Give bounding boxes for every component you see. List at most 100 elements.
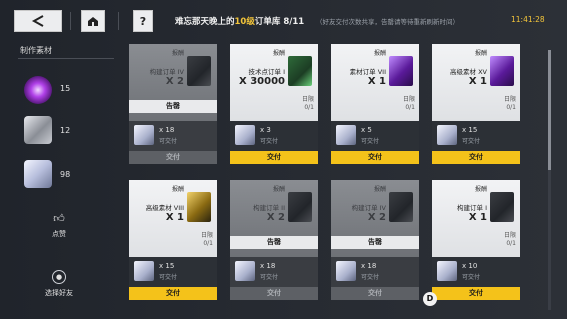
required-qty: x 15 (159, 262, 175, 270)
order-card[interactable]: 报酬 构建订单 IV X 2 告罄 x 18 可交付 交付 (129, 44, 217, 164)
title-suffix: 订单库 (254, 17, 281, 27)
deliver-button[interactable]: 交付 (230, 287, 318, 300)
daily-limit: 日限 0/1 (402, 96, 415, 111)
deliver-button[interactable]: 交付 (432, 287, 520, 300)
crystal-cube-icon (134, 125, 154, 145)
deliverable-status: 可交付 (159, 274, 178, 281)
reward-label: 报酬 (474, 186, 487, 193)
card-requirement-area: x 5 可交付 (331, 121, 419, 151)
help-button[interactable]: ? (133, 10, 153, 32)
crystal-cube-icon (336, 261, 356, 281)
order-card[interactable]: 报酬 高级素材 VIII X 1 日限 0/1 x 15 可交付 交付 (129, 180, 217, 300)
home-icon (88, 16, 98, 26)
select-friend-button[interactable]: ● 选择好友 (36, 270, 82, 298)
reward-qty: X 1 (468, 76, 487, 87)
reward-name: 高级素材 VIII (145, 204, 184, 212)
reward-label: 报酬 (171, 186, 184, 193)
card-requirement-area: x 10 可交付 (432, 257, 520, 287)
reward-item-icon (288, 56, 312, 86)
reward-name: 构建订单 IV (351, 204, 386, 212)
reward-name: 构建订单 II (253, 204, 285, 212)
reward-label: 报酬 (171, 50, 184, 57)
required-qty: x 5 (361, 126, 372, 134)
crystal-cube-icon (134, 261, 154, 281)
deliver-button[interactable]: 交付 (129, 151, 217, 164)
reward-item-icon (187, 56, 211, 86)
reward-name: 技术点订单 I (248, 68, 285, 76)
sold-out-badge: 告罄 (230, 236, 318, 249)
material-count: 98 (60, 170, 71, 179)
crystal-cube-icon[interactable] (24, 160, 52, 188)
required-qty: x 18 (159, 126, 175, 134)
deliverable-status: 可交付 (361, 274, 380, 281)
crystal-cube-icon (437, 261, 457, 281)
crystal-cube-icon (437, 125, 457, 145)
reward-label: 报酬 (272, 186, 285, 193)
card-requirement-area: x 3 可交付 (230, 121, 318, 151)
reward-qty: X 2 (266, 212, 285, 223)
thumbs-up-icon: 👍︎ (53, 212, 65, 225)
order-card[interactable]: 报酬 素材订单 VII X 1 日限 0/1 x 5 可交付 交付 (331, 44, 419, 164)
card-requirement-area: x 15 可交付 (432, 121, 520, 151)
order-card[interactable]: 报酬 技术点订单 I X 30000 日限 0/1 x 3 可交付 交付 (230, 44, 318, 164)
deliver-button[interactable]: 交付 (331, 287, 419, 300)
page-title: 难忘那天晚上的10级订单库 8/11 (175, 15, 304, 27)
deliver-button[interactable]: 交付 (331, 151, 419, 164)
card-requirement-area: x 15 可交付 (129, 257, 217, 287)
scroll-thumb[interactable] (548, 50, 551, 170)
reward-name: 构建订单 IV (149, 68, 184, 76)
purple-orb-icon[interactable] (24, 76, 52, 104)
reward-item-icon (389, 192, 413, 222)
reward-item-icon (389, 56, 413, 86)
back-button[interactable] (14, 10, 62, 32)
like-button[interactable]: 👍︎ 点赞 (44, 212, 74, 239)
order-card[interactable]: 报酬 构建订单 IV X 2 告罄 x 18 可交付 交付 (331, 180, 419, 300)
deliver-button[interactable]: 交付 (129, 287, 217, 300)
sold-out-badge: 告罄 (331, 236, 419, 249)
card-requirement-area: x 18 可交付 (331, 257, 419, 287)
gray-module-icon[interactable] (24, 116, 52, 144)
sold-out-badge: 告罄 (129, 100, 217, 113)
reward-name: 素材订单 VII (349, 68, 386, 76)
required-qty: x 3 (260, 126, 271, 134)
reward-item-icon (490, 56, 514, 86)
card-requirement-area: x 18 可交付 (230, 257, 318, 287)
required-qty: x 10 (462, 262, 478, 270)
order-card[interactable]: 报酬 高级素材 XV X 1 日限 0/1 x 15 可交付 交付 (432, 44, 520, 164)
order-card[interactable]: 报酬 构建订单 I X 1 日限 0/1 x 10 可交付 交付 (432, 180, 520, 300)
divider (118, 12, 119, 30)
deliverable-status: 可交付 (462, 138, 481, 145)
divider (18, 58, 114, 59)
material-count: 12 (60, 126, 71, 135)
deliverable-status: 可交付 (159, 138, 178, 145)
divider (70, 12, 71, 30)
reward-qty: X 2 (367, 212, 386, 223)
title-prefix: 难忘那天晚上的 (175, 17, 235, 27)
card-requirement-area: x 18 可交付 (129, 121, 217, 151)
crystal-cube-icon (235, 261, 255, 281)
daily-limit: 日限 0/1 (200, 232, 213, 247)
deliverable-status: 可交付 (462, 274, 481, 281)
daily-limit: 日限 0/1 (503, 232, 516, 247)
deliver-button[interactable]: 交付 (432, 151, 520, 164)
reward-label: 报酬 (373, 186, 386, 193)
top-bar: ? 难忘那天晚上的10级订单库 8/11 （好友交付次数共享，告罄请等待重新刷新… (0, 0, 567, 38)
title-level: 10级 (234, 17, 255, 27)
reward-qty: X 1 (165, 212, 184, 223)
reward-qty: X 1 (468, 212, 487, 223)
order-card[interactable]: 报酬 构建订单 II X 2 告罄 x 18 可交付 交付 (230, 180, 318, 300)
reward-name: 高级素材 XV (450, 68, 487, 76)
deliver-button[interactable]: 交付 (230, 151, 318, 164)
required-qty: x 18 (260, 262, 276, 270)
back-arrow-icon (31, 15, 44, 27)
reward-item-icon (490, 192, 514, 222)
home-button[interactable] (81, 10, 105, 32)
reward-qty: X 2 (165, 76, 184, 87)
friend-icon: ● (52, 270, 66, 284)
crystal-cube-icon (336, 125, 356, 145)
scrollbar[interactable] (548, 50, 551, 310)
daily-limit: 日限 0/1 (301, 96, 314, 111)
reward-qty: X 30000 (239, 76, 285, 87)
reward-label: 报酬 (272, 50, 285, 57)
reward-qty: X 1 (367, 76, 386, 87)
